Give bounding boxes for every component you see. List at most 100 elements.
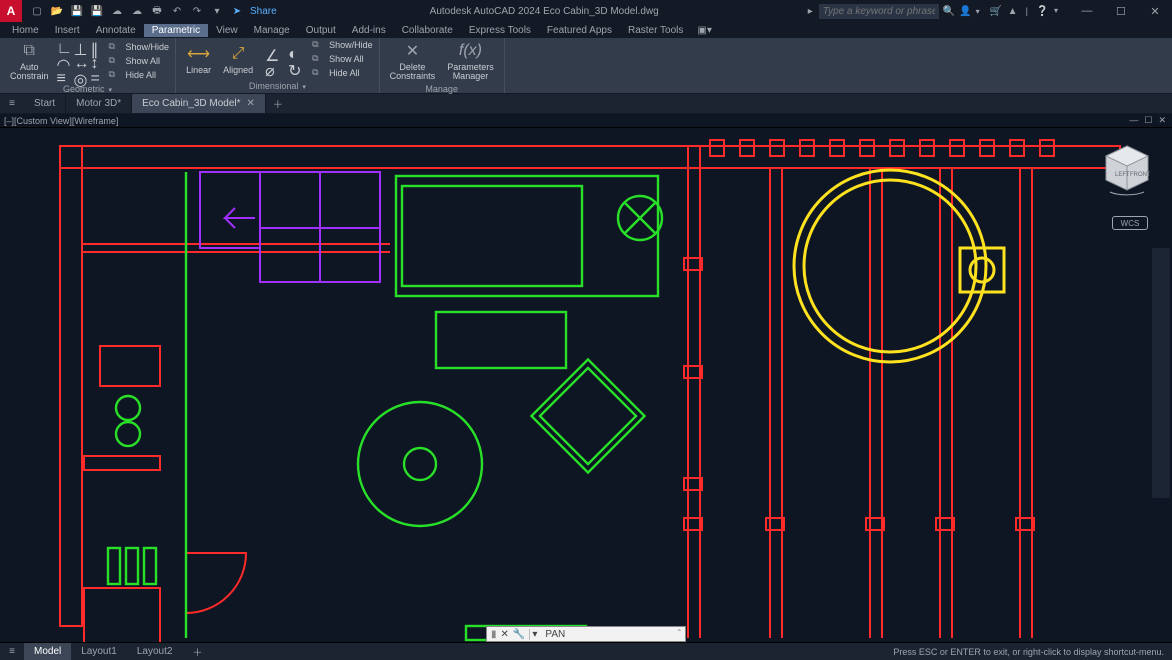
tab-layout2[interactable]: Layout2 [127, 643, 183, 660]
radius-icon[interactable]: ◐ [288, 46, 302, 58]
menu-home[interactable]: Home [4, 24, 47, 37]
vp-minimize-icon[interactable]: — [1129, 115, 1138, 126]
redo-icon[interactable]: ↷ [190, 4, 204, 18]
app-store-icon[interactable]: ▲ [1008, 6, 1018, 16]
equal-icon[interactable]: = [91, 70, 105, 82]
viewport-label[interactable]: [–][Custom View][Wireframe] [4, 116, 118, 126]
menu-parametric[interactable]: Parametric [144, 24, 208, 37]
cmd-handle-icon[interactable]: ▮ [491, 629, 497, 640]
cart-icon[interactable]: 🛒 [990, 6, 1000, 16]
title-bar: A ▢ 📂 💾 💾 ☁ ☁ 🖶 ↶ ↷ ▾ ➤ Share Autodesk A… [0, 0, 1172, 22]
geom-show-all-button[interactable]: ⧉Show All [109, 55, 170, 67]
label: DeleteConstraints [390, 63, 436, 81]
share-send-icon[interactable]: ➤ [230, 4, 244, 18]
menu-overflow-icon[interactable]: ▣▾ [691, 24, 717, 37]
delete-constraints-button[interactable]: ✕ DeleteConstraints [386, 38, 440, 83]
ribbon: ⧉ AutoConstrain ∟ ⊥ ∥ ◠ ↔ ↕ ≡ ◎ = ⧉Show/… [0, 38, 1172, 94]
label: Hide All [329, 68, 360, 78]
angular-icon[interactable]: ∠ [265, 46, 279, 58]
new-icon[interactable]: ▢ [30, 4, 44, 18]
dim-show-all-button[interactable]: ⧉Show All [312, 53, 373, 65]
menu-manage[interactable]: Manage [246, 24, 298, 37]
tab-layout1[interactable]: Layout1 [71, 643, 127, 660]
menu-rastertools[interactable]: Raster Tools [620, 24, 691, 37]
search-icon[interactable]: 🔍 [943, 6, 955, 17]
cloud-open-icon[interactable]: ☁ [110, 4, 124, 18]
wcs-badge[interactable]: WCS [1112, 216, 1148, 230]
showhide-icon: ⧉ [109, 41, 123, 53]
menu-output[interactable]: Output [298, 24, 344, 37]
menu-view[interactable]: View [208, 24, 246, 37]
save-icon[interactable]: 💾 [70, 4, 84, 18]
view-cube[interactable]: LEFT FRONT [1102, 142, 1152, 198]
command-text: PAN [539, 629, 571, 640]
tab-eco-cabin[interactable]: Eco Cabin_3D Model*✕ [132, 94, 266, 113]
auto-constrain-button[interactable]: ⧉ AutoConstrain [6, 38, 53, 83]
menu-addins[interactable]: Add-ins [344, 24, 394, 37]
menu-express[interactable]: Express Tools [461, 24, 539, 37]
navigation-bar[interactable] [1152, 248, 1170, 498]
linear-dim-button[interactable]: ⟷ Linear [182, 41, 215, 77]
vertical-icon[interactable]: ↕ [91, 55, 105, 67]
hideall-icon: ⧉ [312, 67, 326, 79]
aligned-dim-button[interactable]: ⤢ Aligned [219, 41, 257, 77]
window-title: Autodesk AutoCAD 2024 Eco Cabin_3D Model… [430, 6, 659, 17]
ribbon-panel-manage: ✕ DeleteConstraints f(x) ParametersManag… [380, 38, 505, 93]
cmd-history-icon[interactable]: ˆ [674, 629, 685, 640]
convert-icon[interactable]: ↻ [288, 61, 302, 73]
menu-featured[interactable]: Featured Apps [539, 24, 620, 37]
search-dropdown-icon[interactable]: ▸ [808, 6, 813, 17]
close-tab-icon[interactable]: ✕ [247, 98, 255, 109]
tab-motor-3d[interactable]: Motor 3D* [66, 94, 132, 113]
minimize-button[interactable]: — [1070, 0, 1104, 22]
share-label[interactable]: Share [250, 6, 277, 17]
dim-hide-all-button[interactable]: ⧉Hide All [312, 67, 373, 79]
plot-icon[interactable]: 🖶 [150, 4, 164, 18]
help-icon[interactable]: ❔ [1036, 6, 1046, 16]
tab-model[interactable]: Model [24, 643, 71, 660]
horizontal-icon[interactable]: ↔ [74, 55, 88, 67]
tangent-icon[interactable]: ◠ [57, 55, 71, 67]
geom-show-hide-button[interactable]: ⧉Show/Hide [109, 41, 170, 53]
parallel-icon[interactable]: ∥ [91, 40, 105, 52]
search-input[interactable] [819, 4, 939, 19]
app-logo-icon[interactable]: A [0, 0, 22, 22]
geom-hide-all-button[interactable]: ⧉Hide All [109, 69, 170, 81]
collinear-icon[interactable]: ≡ [57, 70, 71, 82]
label: Aligned [223, 66, 253, 75]
cmd-close-icon[interactable]: ✕ [501, 629, 509, 640]
maximize-button[interactable]: ☐ [1104, 0, 1138, 22]
tab-start[interactable]: Start [24, 94, 66, 113]
parameters-manager-button[interactable]: f(x) ParametersManager [443, 38, 498, 83]
chevron-down-icon[interactable]: ▾ [976, 7, 980, 16]
concentric-icon[interactable]: ◎ [74, 70, 88, 82]
command-line[interactable]: ▮ ✕ 🔧 ▾ PAN ˆ [486, 626, 686, 642]
vp-close-icon[interactable]: ✕ [1158, 115, 1166, 126]
close-button[interactable]: ✕ [1138, 0, 1172, 22]
menu-insert[interactable]: Insert [47, 24, 88, 37]
coincident-icon[interactable]: ∟ [57, 40, 71, 52]
add-layout-button[interactable]: ＋ [182, 643, 212, 660]
perpendicular-icon[interactable]: ⊥ [74, 40, 88, 52]
layout-menu-icon[interactable]: ≡ [0, 643, 24, 660]
showhide-icon: ⧉ [312, 39, 326, 51]
vp-maximize-icon[interactable]: ☐ [1144, 115, 1152, 126]
menu-annotate[interactable]: Annotate [88, 24, 144, 37]
geometric-constraint-grid: ∟ ⊥ ∥ ◠ ↔ ↕ ≡ ◎ = [57, 40, 105, 82]
chevron-down-icon[interactable]: ▾ [1054, 6, 1064, 16]
qat-dropdown-icon[interactable]: ▾ [210, 4, 224, 18]
dim-show-hide-button[interactable]: ⧉Show/Hide [312, 39, 373, 51]
drawing-canvas[interactable]: LEFT FRONT WCS ▮ ✕ 🔧 ▾ PAN ˆ [0, 128, 1172, 642]
menu-collaborate[interactable]: Collaborate [394, 24, 461, 37]
saveas-icon[interactable]: 💾 [90, 4, 104, 18]
doc-tabs-menu-icon[interactable]: ≡ [0, 94, 24, 113]
panel-label[interactable]: Dimensional▾ [176, 80, 379, 93]
auto-constrain-icon: ⧉ [17, 40, 41, 62]
diameter-icon[interactable]: ⌀ [265, 61, 279, 73]
cmd-customize-icon[interactable]: 🔧 [513, 629, 525, 640]
new-tab-button[interactable]: ＋ [266, 94, 290, 113]
sign-in-icon[interactable]: 👤 [959, 6, 971, 17]
undo-icon[interactable]: ↶ [170, 4, 184, 18]
open-icon[interactable]: 📂 [50, 4, 64, 18]
cloud-save-icon[interactable]: ☁ [130, 4, 144, 18]
